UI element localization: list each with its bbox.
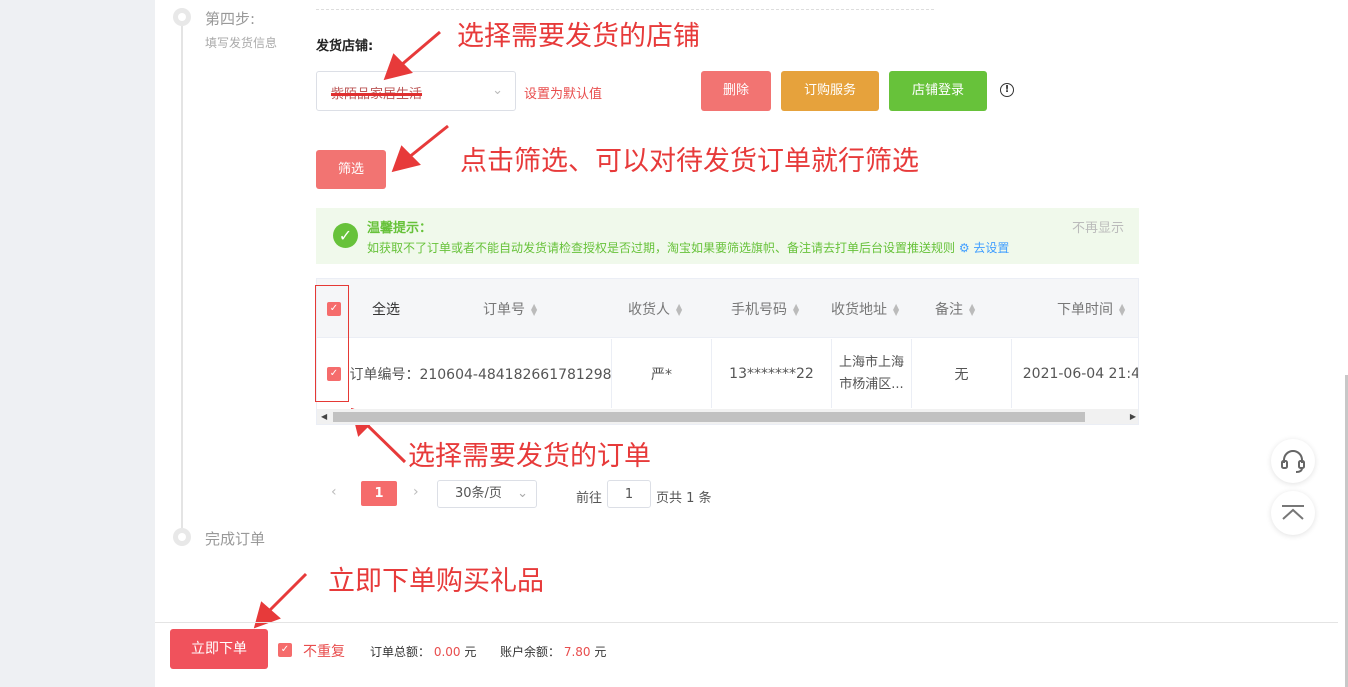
sort-icon: ▲ ▼ xyxy=(793,302,800,317)
tip-dismiss-link[interactable]: 不再显示 xyxy=(1072,217,1124,236)
balance-label: 账户余额： xyxy=(500,645,561,659)
cell-order-time: 2021-06-04 21:4 xyxy=(1022,365,1139,382)
header-order-no-label: 订单号 xyxy=(483,302,525,318)
scrollbar-thumb[interactable] xyxy=(333,412,1085,422)
balance-value: 7.80 xyxy=(563,645,591,659)
page-size-select[interactable]: 30条/页 ⌄ xyxy=(437,480,537,508)
arrow-filter-line xyxy=(407,124,449,160)
goto-page-input[interactable] xyxy=(607,480,651,508)
account-balance: 账户余额： 7.80 元 xyxy=(500,643,606,660)
checkbox-highlight-frame xyxy=(315,285,349,402)
pagination-total: 页共 1 条 xyxy=(656,491,712,506)
arrow-submit-line xyxy=(264,572,308,616)
no-repeat-label: 不重复 xyxy=(303,644,345,660)
order-total-label: 订单总额： xyxy=(370,645,431,659)
submit-order-button[interactable]: 立即下单 xyxy=(170,629,268,669)
tip-settings-link-label: 去设置 xyxy=(973,241,1010,255)
tip-body-text: 如获取不了订单或者不能自动发货请检查授权是否过期，淘宝如果要筛选旗帜、备注请去打… xyxy=(367,241,956,255)
cell-address-line1: 上海市上海 xyxy=(838,354,904,370)
header-phone[interactable]: 手机号码 ▲ ▼ xyxy=(731,299,799,319)
order-total: 订单总额： 0.00 元 xyxy=(370,643,476,660)
cell-remark: 无 xyxy=(912,339,1012,408)
cell-receiver: 严* xyxy=(612,339,712,408)
chevron-down-icon: ⌄ xyxy=(517,486,528,501)
header-order-time[interactable]: 下单时间 ▲ ▼ xyxy=(1057,299,1125,319)
header-select-all: 全选 xyxy=(372,302,400,318)
scroll-right-icon[interactable]: ▶ xyxy=(1130,409,1136,424)
header-receiver-label: 收货人 xyxy=(628,302,670,318)
header-remark-label: 备注 xyxy=(935,302,963,318)
tip-settings-link[interactable]: ⚙ 去设置 xyxy=(959,241,1010,255)
sort-icon: ▲ ▼ xyxy=(1119,302,1126,317)
sort-icon: ▲ ▼ xyxy=(531,302,538,317)
page-number-current[interactable]: 1 xyxy=(361,481,397,506)
sort-icon: ▲ ▼ xyxy=(676,302,683,317)
cell-address: 上海市上海 市杨浦区... xyxy=(832,339,912,408)
header-phone-label: 手机号码 xyxy=(731,302,787,318)
cell-order-no: 订单编号：210604-484182661781298 xyxy=(350,339,612,408)
order-total-value: 0.00 xyxy=(433,645,461,659)
header-receiver[interactable]: 收货人 ▲ ▼ xyxy=(628,299,682,319)
check-circle-icon: ✓ xyxy=(333,223,358,248)
tip-banner: ✓ 温馨提示： 如获取不了订单或者不能自动发货请检查授权是否过期，淘宝如果要筛选… xyxy=(316,208,1139,264)
tip-body: 如获取不了订单或者不能自动发货请检查授权是否过期，淘宝如果要筛选旗帜、备注请去打… xyxy=(367,239,1009,256)
orders-table: ✓ 全选 订单号 ▲ ▼ 收货人 ▲ ▼ 手机号码 ▲ ▼ 收货地址 ▲ ▼ 备注 ▲ ▼ 下单时间… xyxy=(316,278,1139,425)
arrow-store-line xyxy=(399,30,441,68)
next-page-icon[interactable]: › xyxy=(413,484,419,500)
headset-icon xyxy=(1281,450,1305,473)
arrow-order-line xyxy=(362,420,407,464)
table-row[interactable]: ✓ 订单编号：210604-484182661781298 严* 13*****… xyxy=(317,339,1139,408)
back-to-top-icon xyxy=(1282,505,1304,520)
sort-icon: ▲ ▼ xyxy=(893,302,900,317)
cell-phone: 13*******22 xyxy=(712,339,832,408)
header-order-no[interactable]: 订单号 ▲ ▼ xyxy=(483,299,537,319)
table-horizontal-scrollbar[interactable]: ◀ ▶ xyxy=(317,409,1138,424)
footer-divider xyxy=(155,622,1338,623)
header-order-time-label: 下单时间 xyxy=(1057,302,1113,318)
order-total-currency: 元 xyxy=(464,645,477,659)
balance-currency: 元 xyxy=(594,645,607,659)
prev-page-icon[interactable]: ‹ xyxy=(331,484,337,500)
header-address[interactable]: 收货地址 ▲ ▼ xyxy=(831,299,899,319)
no-repeat-checkbox[interactable]: ✓ xyxy=(278,643,292,657)
cell-address-line2: 市杨浦区... xyxy=(839,376,904,392)
customer-service-button[interactable] xyxy=(1271,439,1315,483)
header-address-label: 收货地址 xyxy=(831,302,887,318)
scroll-left-icon[interactable]: ◀ xyxy=(321,409,327,424)
header-remark[interactable]: 备注 ▲ ▼ xyxy=(935,299,975,319)
back-to-top-button[interactable] xyxy=(1271,491,1315,535)
sort-icon: ▲ ▼ xyxy=(969,302,976,317)
page-size-value: 30条/页 xyxy=(455,486,502,501)
tip-title: 温馨提示： xyxy=(367,221,433,236)
goto-label: 前往 xyxy=(576,491,603,506)
table-header: ✓ 全选 订单号 ▲ ▼ 收货人 ▲ ▼ 手机号码 ▲ ▼ 收货地址 ▲ ▼ 备注 ▲ ▼ 下单时间… xyxy=(317,279,1138,338)
